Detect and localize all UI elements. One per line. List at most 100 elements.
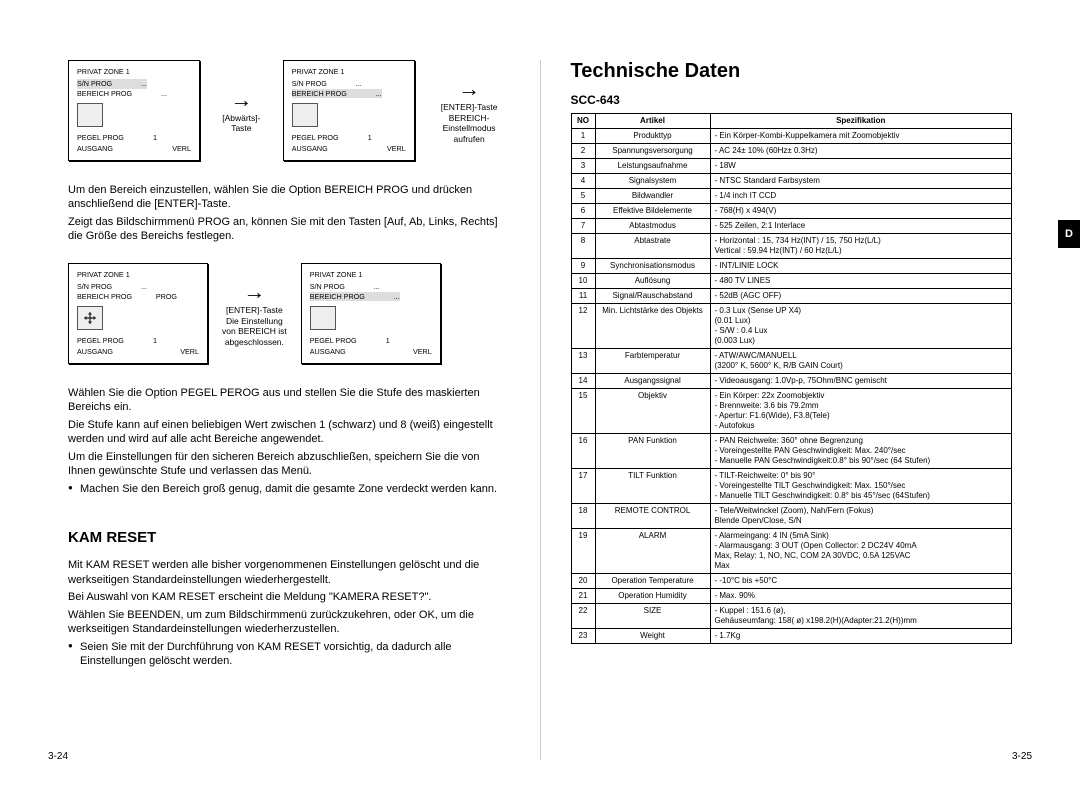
- osd-value: ...: [356, 79, 362, 88]
- osd-value: ...: [394, 292, 400, 301]
- cell-spez: - 18W: [710, 159, 1012, 174]
- arrow-caption: [Abwärts]-Taste: [214, 113, 269, 134]
- table-row: 5Bildwandler- 1/4 inch IT CCD: [571, 189, 1012, 204]
- osd-value: 1: [153, 133, 157, 142]
- osd-label: AUSGANG: [77, 144, 113, 153]
- cell-spez: - Ein Körper-Kombi-Kuppelkamera mit Zoom…: [710, 129, 1012, 144]
- cell-no: 12: [571, 304, 595, 349]
- table-header-row: NO Artikel Spezifikation: [571, 114, 1012, 129]
- table-row: 21Operation Humidity- Max. 90%: [571, 589, 1012, 604]
- cell-spez: - NTSC Standard Farbsystem: [710, 174, 1012, 189]
- left-page: PRIVAT ZONE 1 S/N PROG... BEREICH PROG..…: [48, 60, 540, 760]
- cell-no: 9: [571, 259, 595, 274]
- paragraph: Mit KAM RESET werden alle bisher vorgeno…: [68, 558, 510, 587]
- table-row: 7Abtastmodus- 525 Zeilen, 2:1 Interlace: [571, 219, 1012, 234]
- cell-artikel: Effektive Bildelemente: [595, 204, 710, 219]
- cell-no: 8: [571, 234, 595, 259]
- osd-value: 1: [153, 336, 157, 345]
- osd-value: VERL: [180, 347, 199, 356]
- osd-line: S/N PROG...: [310, 282, 380, 291]
- osd-label: BEREICH PROG: [292, 89, 347, 98]
- table-row: 6Effektive Bildelemente- 768(H) x 494(V): [571, 204, 1012, 219]
- osd-value: VERL: [172, 144, 191, 153]
- cell-no: 19: [571, 529, 595, 574]
- th-artikel: Artikel: [595, 114, 710, 129]
- paragraph-block-2: Wählen Sie die Option PEGEL PEROG aus un…: [68, 386, 510, 500]
- cell-no: 1: [571, 129, 595, 144]
- cell-spez: - 768(H) x 494(V): [710, 204, 1012, 219]
- page-title: Technische Daten: [571, 60, 1013, 83]
- arrow-group: → [ENTER]-Taste BEREICH- Einstellmodus a…: [429, 76, 510, 145]
- cell-artikel: Signal/Rauschabstand: [595, 289, 710, 304]
- table-row: 4Signalsystem- NTSC Standard Farbsystem: [571, 174, 1012, 189]
- osd-label: AUSGANG: [292, 144, 328, 153]
- cell-spez: - 52dB (AGC OFF): [710, 289, 1012, 304]
- cell-spez: - Tele/Weitwinckel (Zoom), Nah/Fern (Fok…: [710, 504, 1012, 529]
- caption-line: BEREICH-: [449, 113, 490, 123]
- osd-line: PEGEL PROG1: [77, 336, 157, 345]
- table-row: 23Weight- 1.7Kg: [571, 629, 1012, 644]
- cell-no: 14: [571, 374, 595, 389]
- osd-label: S/N PROG: [292, 79, 327, 88]
- cell-spez: - Videoausgang: 1.0Vp-p, 75Ohm/BNC gemis…: [710, 374, 1012, 389]
- kam-reset-heading: KAM RESET: [68, 529, 510, 546]
- table-row: 2Spannungsversorgung- AC 24± 10% (60Hz± …: [571, 144, 1012, 159]
- osd-preview-square: [310, 306, 336, 330]
- table-row: 15Objektiv- Ein Körper: 22x Zoomobjektiv…: [571, 389, 1012, 434]
- cell-spez: - 1/4 inch IT CCD: [710, 189, 1012, 204]
- cell-no: 4: [571, 174, 595, 189]
- caption-line: Die Einstellung: [226, 316, 283, 326]
- osd-label: PEGEL PROG: [310, 336, 357, 345]
- osd-title: PRIVAT ZONE 1: [292, 67, 406, 76]
- osd-preview-square: [77, 103, 103, 127]
- paragraph: Wählen Sie die Option PEGEL PEROG aus un…: [68, 386, 510, 415]
- cell-no: 21: [571, 589, 595, 604]
- table-row: 3Leistungsaufnahme- 18W: [571, 159, 1012, 174]
- osd-preview-square: [77, 306, 103, 330]
- osd-label: S/N PROG: [77, 282, 112, 291]
- table-row: 20Operation Temperature- -10°C bis +50°C: [571, 574, 1012, 589]
- osd-line: BEREICH PROG...: [77, 89, 167, 98]
- osd-box-2b: PRIVAT ZONE 1 S/N PROG... BEREICH PROG..…: [301, 263, 441, 364]
- cell-spez: - Kuppel : 151.6 (ø), Gehäuseumfang: 158…: [710, 604, 1012, 629]
- paragraph: Die Stufe kann auf einen beliebigen Wert…: [68, 418, 510, 447]
- osd-line: S/N PROG...: [292, 79, 362, 88]
- osd-label: PEGEL PROG: [292, 133, 339, 142]
- cell-artikel: Auflösung: [595, 274, 710, 289]
- osd-row-1: PRIVAT ZONE 1 S/N PROG... BEREICH PROG..…: [68, 60, 510, 161]
- cell-spez: - PAN Reichweite: 360° ohne Begrenzung -…: [710, 434, 1012, 469]
- osd-box-1b: PRIVAT ZONE 1 S/N PROG... BEREICH PROG..…: [283, 60, 415, 161]
- cell-no: 13: [571, 349, 595, 374]
- cell-spez: - Horizontal : 15, 734 Hz(INT) / 15, 750…: [710, 234, 1012, 259]
- osd-value: 1: [368, 133, 372, 142]
- cell-spez: - 0.3 Lux (Sense UP X4) (0.01 Lux) - S/W…: [710, 304, 1012, 349]
- cell-no: 16: [571, 434, 595, 469]
- table-row: 22SIZE- Kuppel : 151.6 (ø), Gehäuseumfan…: [571, 604, 1012, 629]
- osd-value: VERL: [413, 347, 432, 356]
- cell-no: 3: [571, 159, 595, 174]
- table-row: 19ALARM- Alarmeingang: 4 IN (5mA Sink) -…: [571, 529, 1012, 574]
- osd-value: ...: [374, 282, 380, 291]
- cell-spez: - -10°C bis +50°C: [710, 574, 1012, 589]
- osd-line: BEREICH PROGPROG: [77, 292, 177, 301]
- osd-line: PEGEL PROG 1: [77, 133, 157, 142]
- cell-no: 11: [571, 289, 595, 304]
- arrow-right-icon: →: [429, 76, 510, 102]
- move-arrows-icon: [83, 311, 97, 325]
- osd-title: PRIVAT ZONE 1: [77, 67, 191, 76]
- cell-spez: - INT/LINIE LOCK: [710, 259, 1012, 274]
- osd-line: BEREICH PROG...: [310, 292, 400, 301]
- osd-line: S/N PROG...: [77, 282, 147, 291]
- cell-no: 10: [571, 274, 595, 289]
- arrow-caption: [ENTER]-Taste BEREICH- Einstellmodus auf…: [429, 102, 510, 145]
- osd-label: S/N PROG: [77, 79, 112, 88]
- osd-label: AUSGANG: [310, 347, 346, 356]
- cell-artikel: TILT Funktion: [595, 469, 710, 504]
- paragraph: Zeigt das Bildschirmmenü PROG an, können…: [68, 215, 510, 244]
- cell-spez: - 525 Zeilen, 2:1 Interlace: [710, 219, 1012, 234]
- osd-value: ...: [141, 282, 147, 291]
- cell-spez: - Ein Körper: 22x Zoomobjektiv - Brennwe…: [710, 389, 1012, 434]
- cell-spez: - AC 24± 10% (60Hz± 0.3Hz): [710, 144, 1012, 159]
- osd-label: PEGEL PROG: [77, 133, 124, 142]
- table-row: 16PAN Funktion- PAN Reichweite: 360° ohn…: [571, 434, 1012, 469]
